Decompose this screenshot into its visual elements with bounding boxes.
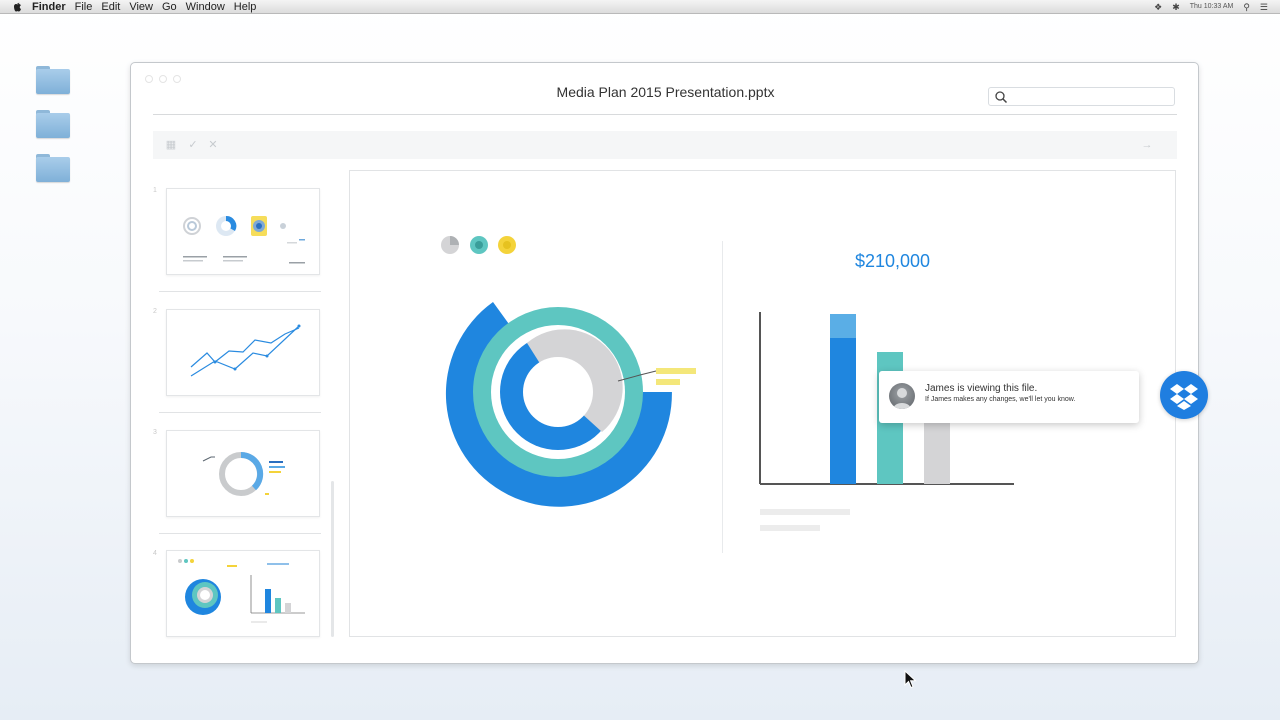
minimize-window-button[interactable] bbox=[159, 75, 167, 83]
toolbar: ▦ ✓ ✕ → bbox=[153, 131, 1177, 159]
menu-view[interactable]: View bbox=[129, 0, 153, 14]
thumb-number: 2 bbox=[153, 308, 157, 315]
thumbnail-divider bbox=[159, 533, 321, 534]
menu-finder[interactable]: Finder bbox=[32, 0, 66, 14]
bluetooth-icon[interactable]: ✱ bbox=[1172, 0, 1180, 14]
dropbox-icon bbox=[1170, 384, 1198, 410]
share-icon[interactable]: → bbox=[1141, 139, 1153, 151]
notification-message: If James makes any changes, we'll let yo… bbox=[925, 396, 1076, 403]
bar-segment bbox=[830, 314, 856, 338]
search-input[interactable] bbox=[1011, 90, 1166, 103]
dropbox-badge[interactable] bbox=[1160, 371, 1208, 419]
total-amount: $210,000 bbox=[854, 251, 931, 271]
desktop-folder-icon[interactable] bbox=[36, 66, 70, 94]
zoom-window-button[interactable] bbox=[173, 75, 181, 83]
bar-chart bbox=[759, 312, 1014, 531]
close-icon[interactable]: ✕ bbox=[207, 139, 219, 151]
checkmark-icon[interactable]: ✓ bbox=[187, 139, 199, 151]
thumbnail-preview bbox=[183, 215, 305, 264]
legend-icons bbox=[441, 236, 516, 254]
menu-clock[interactable]: Thu 10:33 AM bbox=[1190, 0, 1234, 14]
menu-go[interactable]: Go bbox=[162, 0, 177, 14]
bar bbox=[830, 338, 856, 484]
desktop-folder-icon[interactable] bbox=[36, 110, 70, 138]
slide-divider bbox=[722, 241, 723, 553]
mouse-cursor-icon bbox=[904, 670, 917, 689]
thumb-number: 3 bbox=[153, 429, 157, 436]
menu-file[interactable]: File bbox=[75, 0, 93, 14]
spotlight-icon[interactable]: ⚲ bbox=[1243, 0, 1250, 14]
search-icon bbox=[995, 91, 1008, 104]
desktop-folder-icon[interactable] bbox=[36, 154, 70, 182]
preview-window: Media Plan 2015 Presentation.pptx ▦ ✓ ✕ … bbox=[130, 62, 1199, 664]
avatar bbox=[889, 383, 915, 409]
menu-help[interactable]: Help bbox=[234, 0, 257, 14]
slide-thumbnail-2[interactable] bbox=[166, 309, 320, 396]
menu-bar: Finder File Edit View Go Window Help ❖ ✱… bbox=[0, 0, 1280, 14]
grid-view-icon[interactable]: ▦ bbox=[165, 139, 177, 151]
notification-center-icon[interactable]: ☰ bbox=[1260, 0, 1268, 14]
search-field[interactable] bbox=[988, 87, 1175, 106]
notification-title: James is viewing this file. bbox=[925, 383, 1038, 394]
thumbnail-preview bbox=[190, 324, 301, 377]
title-divider bbox=[153, 114, 1177, 115]
slide-thumbnail-3[interactable] bbox=[166, 430, 320, 517]
thumbnail-divider bbox=[159, 412, 321, 413]
menu-window[interactable]: Window bbox=[186, 0, 225, 14]
menu-edit[interactable]: Edit bbox=[101, 0, 120, 14]
slide-thumbnail-4[interactable] bbox=[166, 550, 320, 637]
sidebar-scrollbar[interactable] bbox=[331, 481, 334, 637]
window-controls bbox=[145, 75, 181, 83]
viewer-notification[interactable]: James is viewing this file. If James mak… bbox=[879, 371, 1139, 423]
slide-thumbnail-1[interactable] bbox=[166, 188, 320, 275]
thumbnail-preview bbox=[178, 559, 305, 623]
thumbnail-divider bbox=[159, 291, 321, 292]
dropbox-menu-icon[interactable]: ❖ bbox=[1154, 0, 1162, 14]
donut-chart bbox=[445, 302, 696, 507]
thumbnail-preview bbox=[202, 451, 285, 496]
thumb-number: 1 bbox=[153, 187, 157, 194]
close-window-button[interactable] bbox=[145, 75, 153, 83]
bar bbox=[924, 422, 950, 484]
apple-icon[interactable] bbox=[12, 0, 22, 14]
thumb-number: 4 bbox=[153, 550, 157, 557]
